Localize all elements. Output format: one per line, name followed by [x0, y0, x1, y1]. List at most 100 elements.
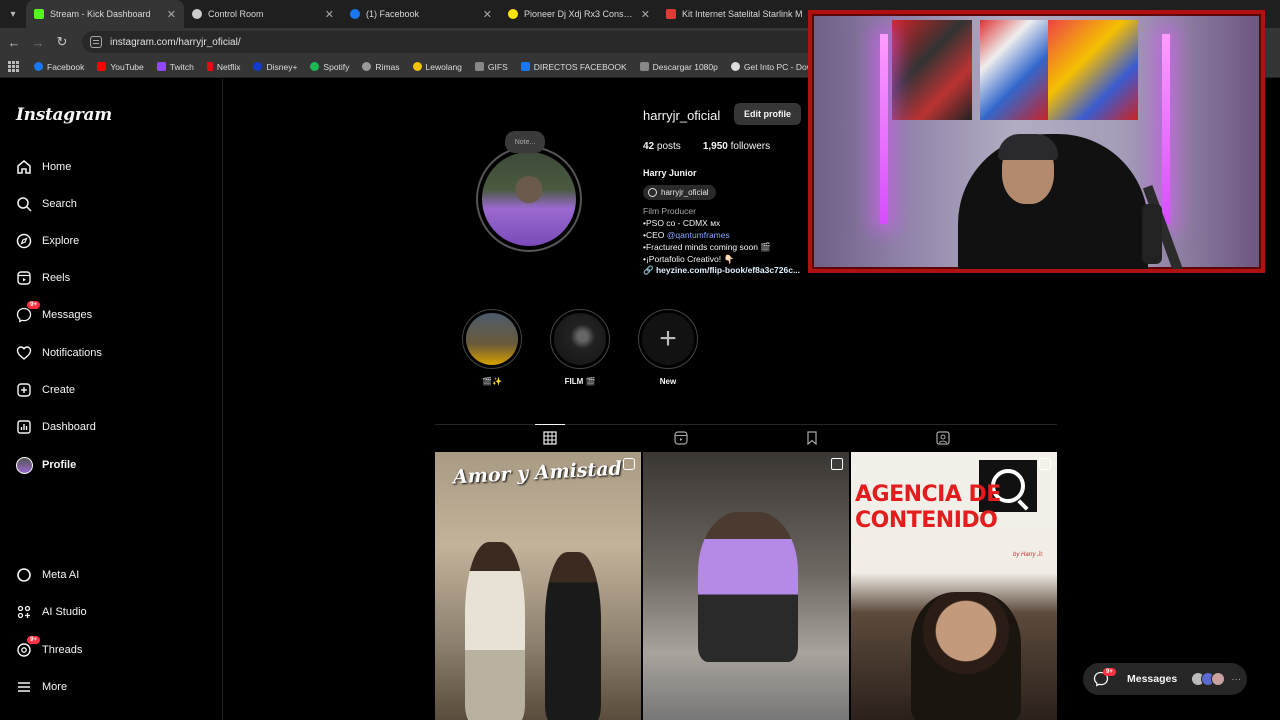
sidebar-item-search[interactable]: Search: [14, 189, 214, 219]
close-tab-icon[interactable]: ✕: [167, 8, 176, 21]
tagged-person-icon: [936, 431, 950, 445]
browser-tab[interactable]: Pioneer Dj Xdj Rx3 Consola All ✕: [500, 0, 658, 28]
lewolang-icon: [412, 62, 422, 71]
reload-icon[interactable]: ↻: [50, 30, 74, 54]
highlight-cover: [554, 313, 606, 365]
avatar-icon: [14, 455, 34, 475]
profile-category: Film Producer: [643, 206, 696, 216]
dashboard-icon: [14, 417, 34, 437]
bio-external-link[interactable]: 🔗 heyzine.com/flip-book/ef8a3c726c...: [643, 265, 823, 276]
post-caption-title: Amor y Amistad: [452, 457, 623, 489]
sidebar-item-reels[interactable]: Reels: [14, 263, 214, 293]
tab-search-button[interactable]: ▾: [0, 0, 26, 28]
tab-reels[interactable]: [672, 429, 690, 447]
facebook-favicon-icon: [350, 9, 360, 19]
bookmark-icon: [807, 431, 817, 445]
threads-icon: [648, 188, 657, 197]
reels-icon: [14, 268, 34, 288]
mercadolibre-favicon-icon: [508, 9, 518, 19]
bookmark-youtube[interactable]: YouTube: [97, 62, 144, 72]
tab-title: Pioneer Dj Xdj Rx3 Consola All: [524, 9, 635, 19]
bio-line: •¡Portafolio Creativo! 👇🏻: [643, 254, 735, 264]
bookmark-facebook[interactable]: Facebook: [34, 62, 84, 72]
sidebar-item-messages[interactable]: 9+ Messages: [14, 300, 214, 330]
sidebar-item-explore[interactable]: Explore: [14, 226, 214, 256]
note-bubble[interactable]: Note...: [505, 131, 545, 153]
post-caption-title: AGENCIA DE CONTENIDO: [855, 482, 1001, 533]
posts-grid: Amor y Amistad AGENCIA DE CONTENIDO by H…: [435, 452, 1057, 720]
back-arrow-icon[interactable]: ←: [2, 30, 26, 54]
plus-square-icon: [14, 380, 34, 400]
mention-link[interactable]: @qantumframes: [667, 230, 730, 240]
bookmark-disney[interactable]: Disney+: [253, 62, 297, 72]
netflix-icon: [206, 62, 213, 71]
edit-profile-button[interactable]: Edit profile: [734, 103, 801, 125]
site-info-icon[interactable]: [90, 36, 102, 48]
sidebar-item-notifications[interactable]: Notifications: [14, 338, 214, 368]
led-light: [1162, 34, 1170, 224]
bookmark-twitch[interactable]: Twitch: [156, 62, 194, 72]
sidebar-item-create[interactable]: Create: [14, 375, 214, 405]
highlight-item[interactable]: FILM 🎬: [550, 309, 610, 386]
notification-badge: 9+: [27, 301, 40, 309]
youtube-icon: [97, 62, 107, 71]
sidebar-item-ai-studio[interactable]: AI Studio: [14, 597, 214, 627]
sidebar-item-home[interactable]: Home: [14, 152, 214, 182]
bookmark-rimas[interactable]: Rimas: [362, 62, 400, 72]
browser-tab[interactable]: Stream - Kick Dashboard ✕: [26, 0, 184, 28]
bookmark-lewolang[interactable]: Lewolang: [412, 62, 462, 72]
highlight-cover: [466, 313, 518, 365]
tab-tagged[interactable]: [934, 429, 952, 447]
close-tab-icon[interactable]: ✕: [641, 8, 650, 21]
streamer-cap: [998, 134, 1058, 160]
poster: [892, 20, 972, 120]
profile-full-name: Harry Junior: [643, 168, 697, 178]
threads-handle-chip[interactable]: harryjr_oficial: [643, 185, 716, 200]
apps-grid-icon[interactable]: [8, 60, 20, 73]
new-highlight-button[interactable]: + New: [638, 309, 698, 386]
download-icon: [520, 62, 530, 71]
bookmark-spotify[interactable]: Spotify: [310, 62, 349, 72]
bookmark-descargar[interactable]: Descargar 1080p: [639, 62, 718, 72]
close-tab-icon[interactable]: ✕: [325, 8, 334, 21]
followers-count[interactable]: 1,950 followers: [703, 141, 770, 152]
spotify-icon: [310, 62, 320, 71]
microphone: [1142, 204, 1162, 264]
poster: [1048, 20, 1138, 120]
messages-floating-button[interactable]: 9+ Messages ···: [1083, 663, 1247, 695]
profile-avatar[interactable]: [476, 146, 582, 252]
meta-ai-icon: [14, 565, 34, 585]
post-thumbnail[interactable]: Amor y Amistad: [435, 452, 641, 720]
close-tab-icon[interactable]: ✕: [483, 8, 492, 21]
notification-badge: 9+: [27, 636, 40, 644]
forward-arrow-icon[interactable]: →: [26, 30, 50, 54]
store-favicon-icon: [666, 9, 676, 19]
tab-posts[interactable]: [535, 424, 565, 447]
messenger-icon: 9+: [14, 301, 40, 325]
sidebar-item-dashboard[interactable]: Dashboard: [14, 412, 214, 442]
recent-contacts-avatars: [1191, 672, 1226, 686]
sidebar-item-profile[interactable]: Profile: [14, 450, 214, 480]
folder-icon: [639, 62, 649, 71]
highlight-item[interactable]: 🎬✨: [462, 309, 522, 386]
grid-icon: [543, 431, 557, 445]
tab-saved[interactable]: [803, 429, 821, 447]
compass-icon: [14, 231, 34, 251]
sidebar-item-threads[interactable]: 9+ Threads: [14, 635, 214, 665]
bookmark-directos-facebook[interactable]: DIRECTOS FACEBOOK: [520, 62, 627, 72]
sidebar-item-meta-ai[interactable]: Meta AI: [14, 560, 214, 590]
reel-icon: [623, 458, 635, 470]
profile-username: harryjr_oficial: [643, 108, 721, 123]
post-thumbnail[interactable]: AGENCIA DE CONTENIDO by Harry Jr.: [851, 452, 1057, 720]
browser-tab[interactable]: (1) Facebook ✕: [342, 0, 500, 28]
instagram-logo[interactable]: Instagram: [16, 105, 112, 125]
bookmark-gifs[interactable]: GIFS: [474, 62, 508, 72]
bookmark-netflix[interactable]: Netflix: [206, 62, 240, 72]
menu-icon: [14, 677, 34, 697]
post-thumbnail[interactable]: [643, 452, 849, 720]
control-room-favicon-icon: [192, 9, 202, 19]
browser-tab[interactable]: Kit Internet Satelital Starlink M: [658, 0, 816, 28]
sidebar-item-more[interactable]: More: [14, 672, 214, 702]
browser-tab[interactable]: Control Room ✕: [184, 0, 342, 28]
led-light: [880, 34, 888, 224]
